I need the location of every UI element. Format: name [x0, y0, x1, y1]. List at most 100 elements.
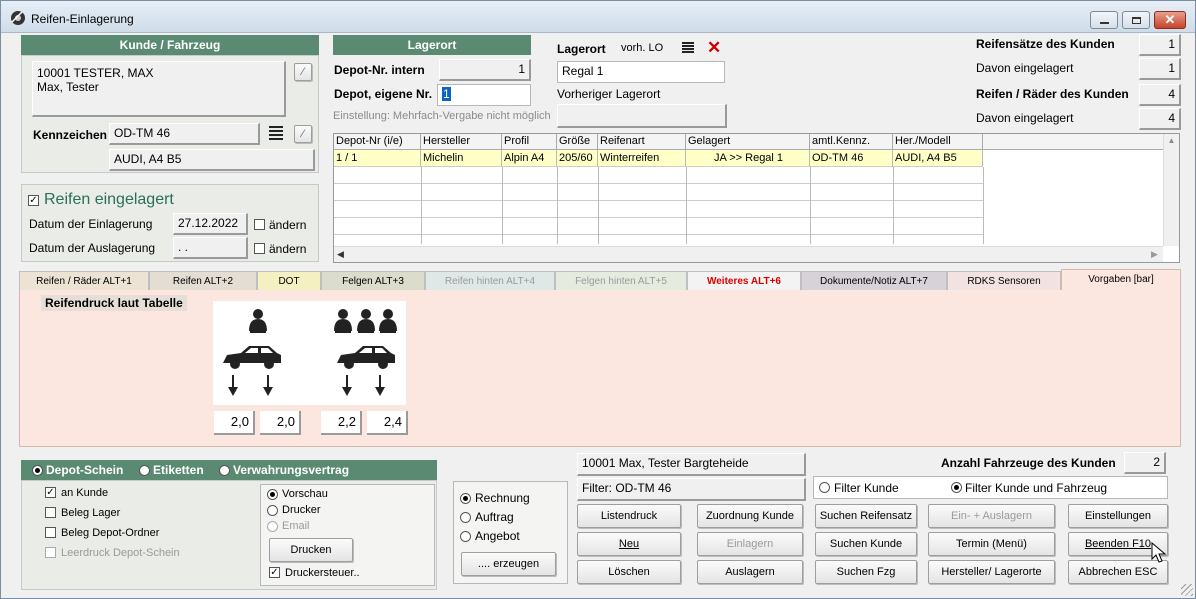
- suchen-reifensatz-button[interactable]: Suchen Reifensatz: [815, 504, 917, 528]
- grid-line: [421, 167, 422, 244]
- aendern-aus-checkbox[interactable]: [254, 243, 265, 254]
- beleg-lager-checkbox[interactable]: [45, 507, 56, 518]
- drucken-button[interactable]: Drucken: [269, 538, 353, 562]
- filter-kunde-label: Filter Kunde: [834, 481, 899, 495]
- col-header-hersteller[interactable]: Hersteller: [421, 134, 502, 150]
- depot-eigene-input[interactable]: 1: [437, 84, 531, 106]
- reifensaetze-label: Reifensätze des Kunden: [976, 37, 1115, 51]
- customer-address-field[interactable]: 10001 TESTER, MAX Max, Tester: [32, 61, 286, 117]
- fahrzeug-field[interactable]: AUDI, A4 B5: [109, 149, 315, 171]
- radio-verwahrungsvertrag[interactable]: [219, 465, 230, 476]
- col-header-modell[interactable]: Her./Modell: [893, 134, 983, 150]
- maximize-button[interactable]: [1122, 11, 1150, 29]
- tab-vorgaben[interactable]: Vorgaben [bar]: [1061, 269, 1181, 291]
- listendruck-button[interactable]: Listendruck: [577, 504, 681, 528]
- tab-rdks[interactable]: RDKS Sensoren: [947, 271, 1061, 290]
- auslagern-button[interactable]: Auslagern: [697, 560, 803, 584]
- col-header-gelagert[interactable]: Gelagert: [686, 134, 810, 150]
- col-header-kennz[interactable]: amtl.Kennz.: [810, 134, 893, 150]
- horizontal-scrollbar[interactable]: ◀ ▶: [334, 246, 1163, 262]
- list-icon[interactable]: [269, 126, 283, 140]
- scroll-right-icon[interactable]: ▶: [1151, 249, 1158, 260]
- tab-weiteres[interactable]: Weiteres ALT+6: [687, 271, 801, 290]
- edit-customer-button[interactable]: ⁄: [294, 63, 312, 81]
- druckersteuer-checkbox[interactable]: ✓: [269, 567, 280, 578]
- leerdruck-label: Leerdruck Depot-Schein: [61, 547, 180, 559]
- edit-icon: ⁄: [302, 128, 304, 140]
- leerdruck-checkbox[interactable]: [45, 547, 56, 558]
- termin-button[interactable]: Termin (Menü): [928, 532, 1055, 556]
- mouse-cursor-icon: [1151, 542, 1167, 563]
- tab-reifen-raeder[interactable]: Reifen / Räder ALT+1: [19, 271, 149, 290]
- reifendruck-title: Reifendruck laut Tabelle: [41, 295, 187, 311]
- neu-button[interactable]: Neu: [577, 532, 681, 556]
- reifen-eingelagert-checkbox[interactable]: ✓: [28, 195, 39, 206]
- tab-dot[interactable]: DOT: [257, 271, 321, 290]
- lagerort-list-icon[interactable]: [682, 42, 694, 54]
- radio-auftrag[interactable]: [460, 512, 471, 523]
- reifensaetze-value: 1: [1139, 34, 1181, 56]
- tab-label: Weiteres ALT+6: [706, 276, 781, 287]
- radio-etiketten[interactable]: [139, 465, 150, 476]
- pressure-front-left: 2,0: [214, 411, 255, 435]
- radio-drucker[interactable]: [267, 505, 278, 516]
- hersteller-lagerorte-button[interactable]: Hersteller/ Lagerorte: [928, 560, 1055, 584]
- grid-line: [983, 167, 984, 244]
- scroll-left-icon[interactable]: ◀: [337, 249, 344, 260]
- col-header-filler: [983, 134, 1165, 150]
- loeschen-button[interactable]: Löschen: [577, 560, 681, 584]
- radio-angebot[interactable]: [460, 531, 471, 542]
- resize-grip-icon[interactable]: [1181, 584, 1193, 596]
- tire-sets-table[interactable]: Depot-Nr (i/e) Hersteller Profil Größe R…: [333, 133, 1180, 263]
- radio-filter-kunde-fahrzeug[interactable]: [951, 482, 962, 493]
- einstellungen-button[interactable]: Einstellungen: [1068, 504, 1168, 528]
- suchen-kunde-button[interactable]: Suchen Kunde: [815, 532, 917, 556]
- kennzeichen-label: Kennzeichen: [33, 128, 108, 142]
- delete-lagerort-icon[interactable]: ✕: [707, 38, 721, 58]
- an-kunde-checkbox[interactable]: ✓: [45, 487, 56, 498]
- einlagern-button[interactable]: Einlagern: [697, 532, 803, 556]
- minimize-button[interactable]: [1090, 11, 1118, 29]
- radio-email[interactable]: [267, 521, 278, 532]
- grid-line: [598, 167, 599, 244]
- cell-kennz: OD-TM 46: [810, 150, 893, 167]
- reifen-raeder-label: Reifen / Räder des Kunden: [976, 87, 1129, 101]
- kennzeichen-field[interactable]: OD-TM 46: [109, 123, 260, 145]
- depot-intern-field[interactable]: 1: [439, 59, 531, 81]
- grid-line: [810, 167, 811, 244]
- datum-aus-field[interactable]: . .: [173, 237, 248, 259]
- tab-reifen[interactable]: Reifen ALT+2: [149, 271, 257, 290]
- col-header-depot[interactable]: Depot-Nr (i/e): [334, 134, 421, 150]
- tab-reifen-hinten[interactable]: Reifen hinten ALT+4: [425, 271, 555, 290]
- erzeugen-button[interactable]: .... erzeugen: [461, 552, 556, 576]
- aendern-ein-checkbox[interactable]: [254, 219, 265, 230]
- ein-auslagern-button[interactable]: Ein- + Auslagern: [928, 504, 1055, 528]
- close-button[interactable]: ✕: [1154, 11, 1186, 29]
- edit-kennzeichen-button[interactable]: ⁄: [294, 125, 312, 143]
- main-window: Reifen-Einlagerung ✕ Kunde / Fahrzeug 10…: [0, 0, 1196, 599]
- vorheriger-lagerort-field: [557, 104, 727, 128]
- pressure-front-loaded: 2,2: [321, 411, 362, 435]
- suchen-fzg-button[interactable]: Suchen Fzg: [815, 560, 917, 584]
- radio-depot-schein[interactable]: [32, 465, 43, 476]
- customer-name-field: 10001 Max, Tester Bargteheide: [577, 453, 806, 476]
- tab-felgen[interactable]: Felgen ALT+3: [321, 271, 425, 290]
- col-header-groesse[interactable]: Größe: [557, 134, 598, 150]
- scroll-up-icon[interactable]: ▲: [1164, 134, 1179, 148]
- vertical-scrollbar[interactable]: ▲: [1163, 134, 1179, 246]
- radio-rechnung[interactable]: [460, 493, 471, 504]
- col-header-profil[interactable]: Profil: [502, 134, 557, 150]
- davon-eingelagert-1-label: Davon eingelagert: [976, 61, 1074, 75]
- cell-groesse: 205/60: [557, 150, 598, 167]
- tab-label: Reifen ALT+2: [172, 276, 234, 287]
- lagerort-input[interactable]: Regal 1: [557, 61, 725, 83]
- radio-vorschau[interactable]: [267, 489, 278, 500]
- tab-felgen-hinten[interactable]: Felgen hinten ALT+5: [555, 271, 687, 290]
- datum-aus-label: Datum der Auslagerung: [29, 241, 156, 255]
- radio-filter-kunde[interactable]: [819, 482, 830, 493]
- tab-dokumente[interactable]: Dokumente/Notiz ALT+7: [801, 271, 947, 290]
- zuordnung-kunde-button[interactable]: Zuordnung Kunde: [697, 504, 803, 528]
- beleg-depot-checkbox[interactable]: [45, 527, 56, 538]
- col-header-reifenart[interactable]: Reifenart: [598, 134, 686, 150]
- datum-ein-field[interactable]: 27.12.2022: [173, 213, 248, 235]
